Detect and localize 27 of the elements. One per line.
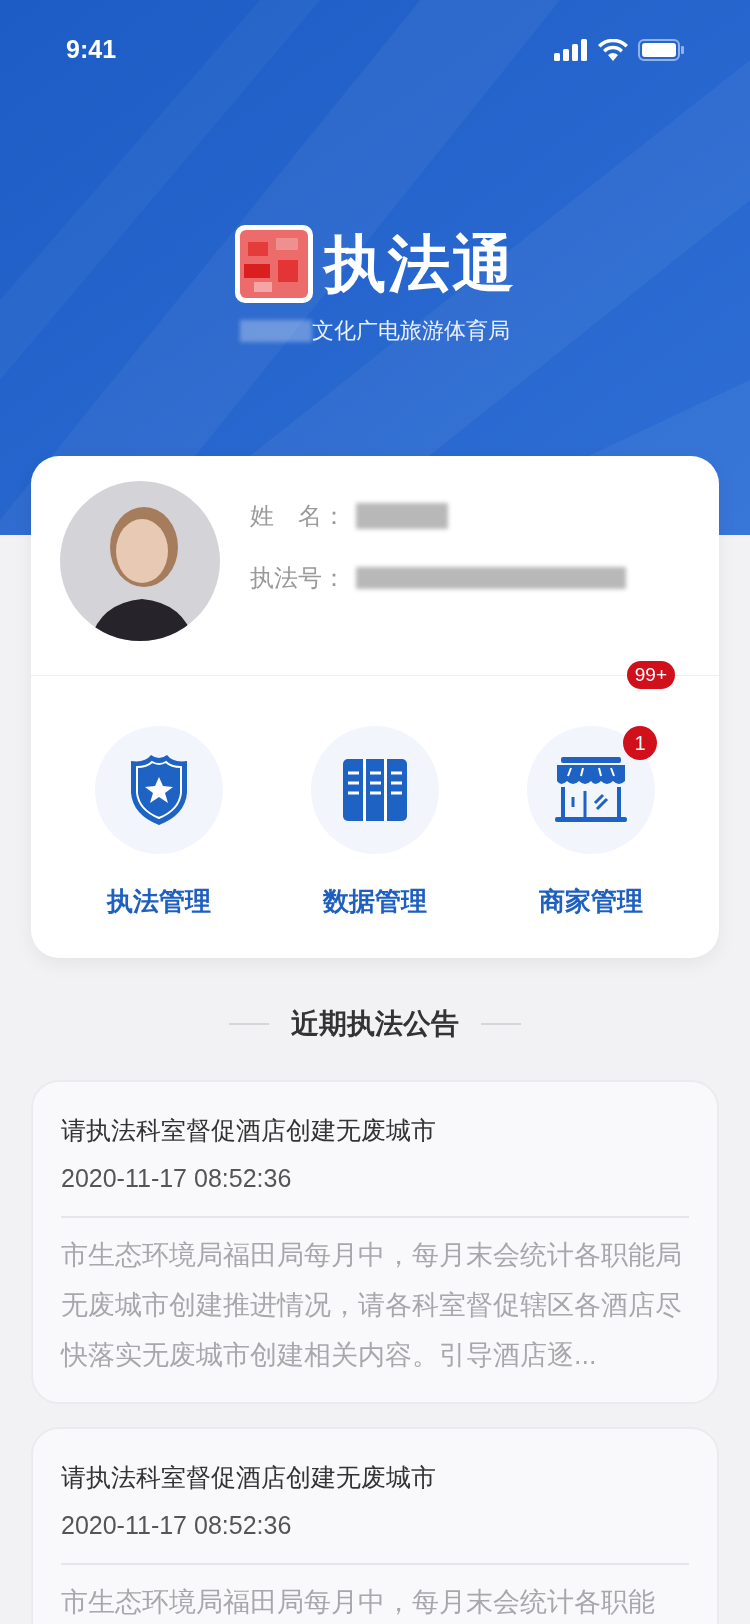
notice-time: 2020-11-17 08:52:36 bbox=[61, 1510, 293, 1541]
notice-title: 请执法科室督促酒店创建无废城市 bbox=[61, 1115, 437, 1146]
notice-card[interactable]: 请执法科室督促酒店创建无废城市 2020-11-17 08:52:36 市生态环境局福田局每月中，每月末会统计各职能 bbox=[31, 1427, 719, 1624]
redacted-text bbox=[240, 319, 312, 342]
notice-title: 请执法科室督促酒店创建无废城市 bbox=[61, 1462, 437, 1493]
menu-label[interactable]: 执法管理 bbox=[107, 882, 211, 921]
cabinet-icon bbox=[343, 759, 407, 821]
id-label: 执法号： bbox=[250, 562, 347, 593]
status-time: 9:41 bbox=[66, 34, 117, 66]
menu-label[interactable]: 商家管理 bbox=[539, 882, 643, 921]
notice-body: 市生态环境局福田局每月中，每月末会统计各职能局无废城市创建推进情况，请各科室督促辖区各酒店尽快落实无废城市创建相关内容。引导酒店逐... bbox=[61, 1239, 683, 1372]
logo-icon bbox=[234, 224, 314, 304]
notice-body: 市生态环境局福田局每月中，每月末会统计各职能 bbox=[61, 1586, 656, 1619]
notice-time: 2020-11-17 08:52:36 bbox=[61, 1163, 293, 1194]
section-title: 近期执法公告 bbox=[291, 1007, 459, 1041]
count-badge: 1 bbox=[623, 726, 657, 760]
menu-tile[interactable]: 1 bbox=[527, 726, 655, 854]
name-label: 姓 名： bbox=[250, 500, 347, 531]
notice-card[interactable]: 请执法科室督促酒店创建无废城市 2020-11-17 08:52:36 市生态环境局福田局每月中，每月末会统计各职能局无废城市创建推进情况，请各科室督促辖区各酒店尽快落实无废城市创建相关内容。引导酒店逐... bbox=[31, 1080, 719, 1404]
wifi-icon bbox=[598, 39, 628, 61]
store-icon bbox=[555, 757, 627, 823]
organization-name: 文化广电旅游体育局 bbox=[312, 317, 510, 345]
count-badge: 99+ bbox=[626, 661, 675, 689]
battery-icon bbox=[638, 39, 684, 61]
signal-icon bbox=[554, 39, 588, 61]
menu-label[interactable]: 数据管理 bbox=[323, 882, 427, 921]
app-title: 执法通 bbox=[324, 233, 516, 295]
